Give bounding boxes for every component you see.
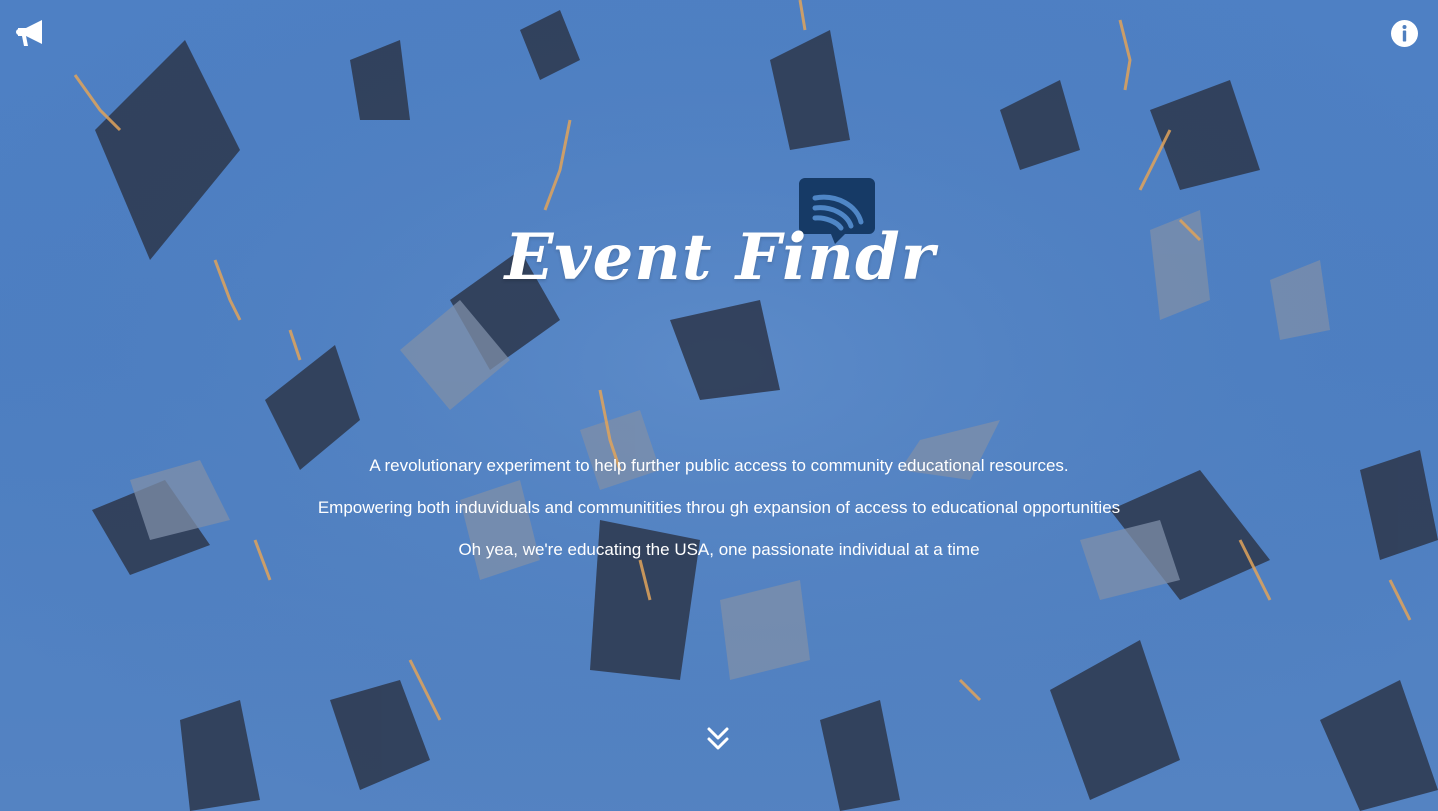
event-findr-logo: Event Findr bbox=[500, 170, 940, 320]
tagline-line-1: A revolutionary experiment to help furth… bbox=[369, 456, 1069, 475]
megaphone-icon bbox=[16, 20, 42, 46]
info-icon bbox=[1391, 20, 1418, 47]
tagline-line-3: Oh yea, we're educating the USA, one pas… bbox=[458, 540, 980, 559]
hero-section: Event Findr A revolutionary experiment t… bbox=[0, 0, 1438, 811]
scroll-down-button[interactable] bbox=[706, 726, 730, 752]
info-button[interactable] bbox=[1390, 19, 1419, 48]
tagline-line-2: Empowering both induviduals and communit… bbox=[317, 498, 1121, 517]
announcements-button[interactable] bbox=[14, 16, 50, 52]
brand-title: Event Findr bbox=[504, 220, 936, 295]
graduation-caps-background bbox=[0, 0, 1438, 811]
double-chevron-down-icon bbox=[707, 727, 729, 750]
